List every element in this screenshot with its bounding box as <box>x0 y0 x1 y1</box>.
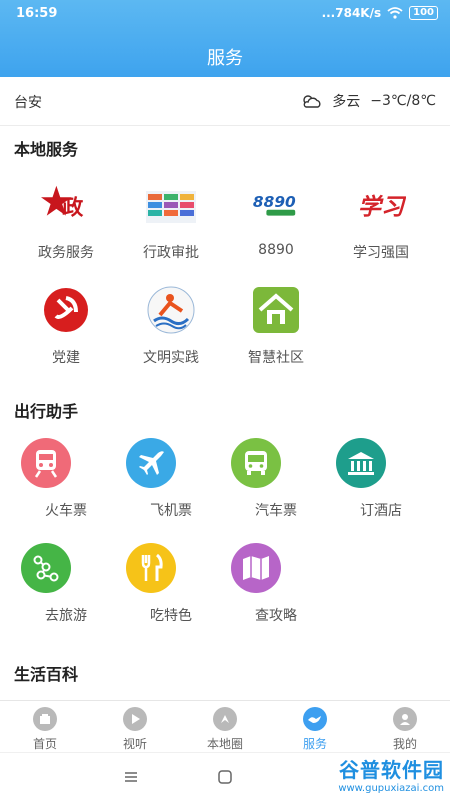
profile-icon <box>393 707 417 731</box>
cloudy-icon <box>303 95 321 108</box>
section-title-life: 生活百科 <box>14 665 79 684</box>
bottom-tab-bar: 首页 视听 本地圈 服务 我的 <box>0 700 450 753</box>
tab-media[interactable]: 视听 <box>90 707 180 752</box>
service-xuexi[interactable]: 学习 学习强国 <box>336 180 426 262</box>
tab-label: 本地圈 <box>206 737 243 751</box>
travel-food[interactable]: 吃特色 <box>126 543 216 625</box>
travel-flight[interactable]: 飞机票 <box>126 438 216 520</box>
service-label: 文明实践 <box>143 350 199 366</box>
fork-knife-icon <box>126 543 176 593</box>
civilization-icon <box>146 285 196 335</box>
travel-train[interactable]: 火车票 <box>21 438 111 520</box>
airplane-icon <box>126 438 176 488</box>
approval-icon <box>146 180 196 230</box>
svg-text:学习: 学习 <box>358 194 406 221</box>
status-bar: 16:59 ...784K/s 100 <box>12 6 438 24</box>
status-right: ...784K/s 100 <box>322 6 438 20</box>
service-label: 智慧社区 <box>248 350 304 366</box>
weather-bar[interactable]: 台安 多云 −3℃/8℃ <box>0 77 450 126</box>
map-icon <box>231 543 281 593</box>
service-8890[interactable]: 8890 8890 <box>231 180 321 258</box>
status-time: 16:59 <box>16 6 58 21</box>
section-title-travel: 出行助手 <box>14 402 79 421</box>
bus-icon <box>231 438 281 488</box>
community-house-icon <box>251 285 301 335</box>
home-square-icon[interactable] <box>217 769 233 785</box>
8890-logo-icon: 8890 <box>251 180 301 230</box>
tab-local-circle[interactable]: 本地圈 <box>180 707 270 752</box>
service-party[interactable]: 党建 <box>21 285 111 367</box>
battery-indicator: 100 <box>409 6 438 20</box>
watermark: 谷普软件园 www.gupuxiazai.com <box>338 754 444 794</box>
travel-label: 查攻略 <box>255 608 297 624</box>
weather-location: 台安 <box>14 95 42 111</box>
watermark-url: www.gupuxiazai.com <box>338 783 444 794</box>
travel-label: 火车票 <box>45 503 87 519</box>
weather-condition: 多云 <box>332 94 361 110</box>
svg-text:政: 政 <box>62 195 84 220</box>
play-icon <box>123 707 147 731</box>
service-label: 8890 <box>258 242 294 258</box>
service-civilization[interactable]: 文明实践 <box>126 285 216 367</box>
local-circle-icon <box>213 707 237 731</box>
section-title-local: 本地服务 <box>14 140 79 159</box>
watermark-title: 谷普软件园 <box>339 758 444 782</box>
xuexi-logo-icon: 学习 <box>356 180 406 230</box>
zhengwu-logo-icon: 政 <box>41 180 91 230</box>
weather-temperature: −3℃/8℃ <box>370 93 436 109</box>
service-label: 学习强国 <box>353 245 409 261</box>
tab-service[interactable]: 服务 <box>270 707 360 752</box>
service-label: 行政审批 <box>143 245 199 261</box>
travel-tour[interactable]: 去旅游 <box>21 543 111 625</box>
app-header: 16:59 ...784K/s 100 服务 <box>0 0 450 77</box>
service-icon <box>303 707 327 731</box>
page-title: 服务 <box>207 48 243 69</box>
tab-profile[interactable]: 我的 <box>360 707 450 752</box>
network-speed: ...784K/s <box>321 6 382 20</box>
travel-label: 吃特色 <box>150 608 192 624</box>
service-label: 党建 <box>52 350 80 366</box>
travel-label: 订酒店 <box>360 503 402 519</box>
menu-icon[interactable] <box>124 771 138 783</box>
svg-text:8890: 8890 <box>253 193 296 211</box>
tab-label: 首页 <box>32 737 57 751</box>
wifi-icon <box>387 7 403 19</box>
tab-label: 服务 <box>302 737 327 751</box>
service-approval[interactable]: 行政审批 <box>126 180 216 262</box>
travel-bus[interactable]: 汽车票 <box>231 438 321 520</box>
tab-label: 我的 <box>392 737 417 751</box>
party-emblem-icon <box>41 285 91 335</box>
travel-label: 飞机票 <box>150 503 192 519</box>
home-icon <box>33 707 57 731</box>
train-icon <box>21 438 71 488</box>
service-zhengwu[interactable]: 政 政务服务 <box>21 180 111 262</box>
route-icon <box>21 543 71 593</box>
travel-label: 去旅游 <box>45 608 87 624</box>
service-community[interactable]: 智慧社区 <box>231 285 321 367</box>
travel-hotel[interactable]: 订酒店 <box>336 438 426 520</box>
travel-guide[interactable]: 查攻略 <box>231 543 321 625</box>
hotel-icon <box>336 438 386 488</box>
service-label: 政务服务 <box>38 245 94 261</box>
tab-home[interactable]: 首页 <box>0 707 90 752</box>
tab-label: 视听 <box>122 737 147 751</box>
travel-label: 汽车票 <box>255 503 297 519</box>
